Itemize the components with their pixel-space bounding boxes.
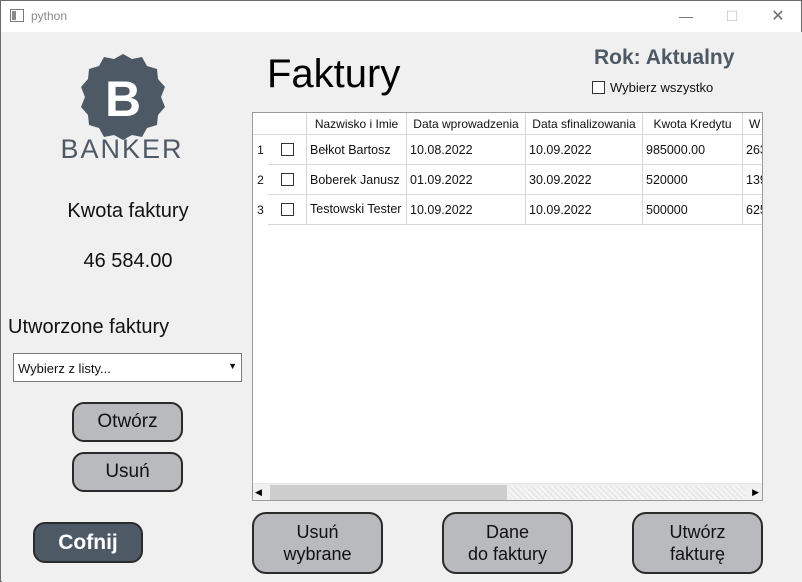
app-icon xyxy=(10,9,24,22)
close-icon[interactable]: ✕ xyxy=(755,1,801,32)
row-number: 3 xyxy=(253,195,268,225)
maximize-icon[interactable]: ☐ xyxy=(709,1,755,32)
page-title: Faktury xyxy=(267,52,401,96)
svg-text:B: B xyxy=(105,71,141,127)
table-cell[interactable]: Testowski Tester xyxy=(307,195,407,225)
brand-name: BANKER xyxy=(60,134,184,164)
table-cell[interactable]: 01.09.2022 xyxy=(407,165,526,195)
title-bar: python — ☐ ✕ xyxy=(1,1,801,32)
table-cell[interactable]: 139 xyxy=(743,165,762,195)
created-invoices-label: Utworzone faktury xyxy=(8,316,170,338)
invoice-amount-label: Kwota faktury xyxy=(67,200,189,222)
invoice-data-line1: Dane xyxy=(485,522,530,542)
checkbox[interactable] xyxy=(280,203,294,216)
invoices-select[interactable]: Wybierz z listy... ▼ xyxy=(13,353,242,382)
scrollbar-track[interactable] xyxy=(509,486,745,499)
open-button[interactable]: Otwórz xyxy=(72,402,183,442)
row-select-cell[interactable] xyxy=(268,165,307,195)
column-header-loan-amount[interactable]: Kwota Kredytu xyxy=(643,113,743,135)
checkbox[interactable] xyxy=(592,81,605,94)
invoice-data-line2: do faktury xyxy=(467,544,548,564)
scroll-right-icon[interactable]: ▶ xyxy=(752,487,759,498)
minimize-icon[interactable]: — xyxy=(663,1,709,32)
table-cell[interactable]: 30.09.2022 xyxy=(526,165,643,195)
column-header-select[interactable] xyxy=(268,113,307,135)
invoice-amount-value: 46 584.00 xyxy=(83,250,173,272)
invoices-table[interactable]: Nazwisko i Imie Data wprowadzenia Data s… xyxy=(252,112,763,501)
checkbox[interactable] xyxy=(280,143,294,156)
table-cell[interactable]: 520000 xyxy=(643,165,743,195)
delete-selected-line2: wybrane xyxy=(283,544,352,564)
row-select-cell[interactable] xyxy=(268,195,307,225)
row-number: 2 xyxy=(253,165,268,195)
corner-header xyxy=(253,113,268,135)
column-header-entry-date[interactable]: Data wprowadzenia xyxy=(407,113,526,135)
row-number: 1 xyxy=(253,135,268,165)
year-label: Rok: Aktualny xyxy=(594,46,735,69)
table-cell[interactable]: 263 xyxy=(743,135,762,165)
table-cell[interactable]: 10.09.2022 xyxy=(526,135,643,165)
back-button[interactable]: Cofnij xyxy=(33,522,143,563)
column-header-extra[interactable]: W xyxy=(743,113,762,135)
chevron-down-icon[interactable]: ▼ xyxy=(228,361,237,371)
table-cell[interactable]: 625 xyxy=(743,195,762,225)
table-cell[interactable]: Bełkot Bartosz xyxy=(307,135,407,165)
horizontal-scrollbar[interactable]: ◀ ▶ xyxy=(253,483,762,500)
main-content: B BANKER Kwota faktury 46 584.00 Utworzo… xyxy=(2,32,802,582)
window-title: python xyxy=(31,9,68,23)
create-invoice-button[interactable]: Utwórz fakturę xyxy=(632,512,763,574)
invoice-data-button[interactable]: Dane do faktury xyxy=(442,512,573,574)
table-cell[interactable]: Boberek Janusz xyxy=(307,165,407,195)
table-cell[interactable]: 10.09.2022 xyxy=(407,195,526,225)
delete-selected-line1: Usuń xyxy=(296,522,339,542)
create-invoice-line1: Utwórz xyxy=(669,522,726,542)
table-cell[interactable]: 10.08.2022 xyxy=(407,135,526,165)
checkbox[interactable] xyxy=(280,173,294,186)
table-cell[interactable]: 985000.00 xyxy=(643,135,743,165)
select-all-label: Wybierz wszystko xyxy=(610,80,714,95)
banker-logo-icon: B xyxy=(81,54,165,140)
column-header-final-date[interactable]: Data sfinalizowania xyxy=(526,113,643,135)
scrollbar-thumb[interactable] xyxy=(270,485,507,500)
table-cell[interactable]: 10.09.2022 xyxy=(526,195,643,225)
column-header-name[interactable]: Nazwisko i Imie xyxy=(307,113,407,135)
app-window: python — ☐ ✕ B BANKER Kwota faktury 46 5… xyxy=(0,0,802,582)
invoices-select-value: Wybierz z listy... xyxy=(18,361,111,376)
create-invoice-line2: fakturę xyxy=(669,544,726,564)
table-cell[interactable]: 500000 xyxy=(643,195,743,225)
row-select-cell[interactable] xyxy=(268,135,307,165)
delete-selected-button[interactable]: Usuń wybrane xyxy=(252,512,383,574)
scroll-left-icon[interactable]: ◀ xyxy=(255,487,262,498)
delete-button[interactable]: Usuń xyxy=(72,452,183,492)
